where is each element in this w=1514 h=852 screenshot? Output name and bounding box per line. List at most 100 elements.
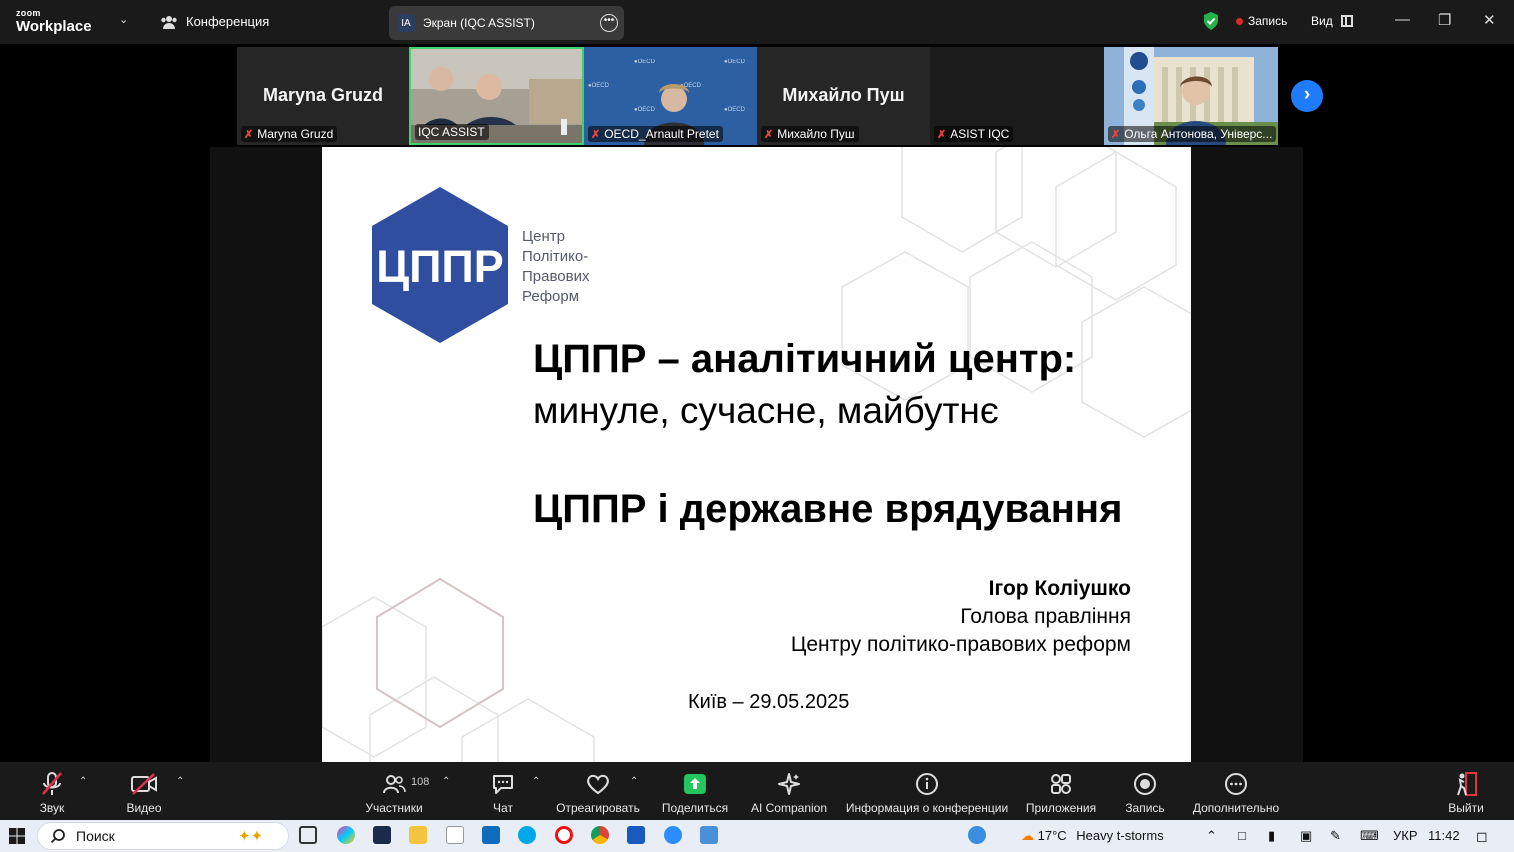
ai-companion-button[interactable]: AI Companion <box>748 770 830 815</box>
taskbar-search[interactable]: Поиск ✦✦ <box>37 822 289 850</box>
show-hidden-icons-chevron-icon[interactable]: ⌃ <box>1206 828 1217 844</box>
battery-icon[interactable]: ▮ <box>1268 828 1275 844</box>
skype-icon[interactable] <box>518 826 536 844</box>
participant-label: ✗ Maryna Gruzd <box>241 126 338 142</box>
more-button[interactable]: Дополнительно <box>1190 770 1282 815</box>
copilot-sparkle-icon: ✦✦ <box>238 828 264 845</box>
record-dot-icon <box>1236 17 1243 25</box>
meeting-menu[interactable]: Конференция <box>160 14 269 29</box>
video-label: Видео <box>126 801 162 815</box>
participant-name: IQC ASSIST <box>418 125 485 139</box>
microphone-muted-icon <box>42 772 62 795</box>
ai-companion-label: AI Companion <box>750 801 828 815</box>
mic-muted-icon: ✗ <box>1111 128 1121 141</box>
participant-tile[interactable]: ✗ ASIST IQC <box>930 47 1104 145</box>
record-button[interactable]: Запись <box>1122 770 1168 815</box>
react-chevron-icon[interactable]: ⌃ <box>630 776 638 787</box>
meeting-info-button[interactable]: Информация о конференции <box>843 770 1011 815</box>
audio-options-chevron-icon[interactable]: ⌃ <box>79 776 87 787</box>
participants-label: Участники <box>365 801 423 815</box>
logo-zoom-text: zoom <box>16 8 41 18</box>
organization-name: Центр Політико- Правових Реформ <box>522 227 589 307</box>
video-options-chevron-icon[interactable]: ⌃ <box>176 776 184 787</box>
input-language[interactable]: УКР <box>1393 828 1418 843</box>
place-and-date: Київ – 29.05.2025 <box>688 691 850 713</box>
word-icon[interactable] <box>627 826 645 844</box>
presentation-slide: ЦППР Центр Політико- Правових Реформ ЦПП… <box>322 147 1191 762</box>
info-icon <box>916 773 938 795</box>
participants-chevron-icon[interactable]: ⌃ <box>442 776 450 787</box>
ai-sparkle-icon <box>778 773 800 795</box>
weather-temperature: 17°C <box>1037 828 1067 843</box>
recording-indicator[interactable]: Запись <box>1236 14 1287 28</box>
meet-now-icon[interactable]: □ <box>1238 828 1246 843</box>
leave-door-icon <box>1457 772 1477 796</box>
next-page-arrow-icon[interactable]: › <box>1291 80 1323 112</box>
author-block: Ігор Коліушко Голова правління Центру по… <box>791 575 1131 659</box>
shield-icon[interactable] <box>1202 11 1220 31</box>
more-options-icon[interactable]: ••• <box>600 14 618 32</box>
view-label: Вид <box>1311 14 1333 28</box>
notifications-icon[interactable]: ◻ <box>1476 828 1488 845</box>
record-icon <box>1134 773 1156 795</box>
participant-tile[interactable]: Maryna Gruzd ✗ Maryna Gruzd <box>237 47 409 145</box>
chevron-down-icon[interactable]: ⌄ <box>119 13 128 26</box>
share-screen-button[interactable]: Поделиться <box>660 770 730 815</box>
windows-start-icon[interactable] <box>9 828 25 844</box>
leave-button[interactable]: Выйти <box>1444 770 1488 815</box>
react-button[interactable]: Отреагировать <box>556 770 640 815</box>
author-name: Ігор Коліушко <box>988 577 1131 600</box>
chat-chevron-icon[interactable]: ⌃ <box>532 776 540 787</box>
minimize-icon[interactable]: — <box>1395 11 1410 28</box>
view-menu[interactable]: Вид <box>1311 14 1353 28</box>
apps-label: Приложения <box>1025 801 1097 815</box>
copilot-app-icon[interactable] <box>337 826 355 844</box>
notepad-icon[interactable] <box>446 826 464 844</box>
camera-off-icon <box>131 773 157 795</box>
restore-icon[interactable]: ❐ <box>1438 11 1451 29</box>
screen-share-label: Экран (IQC ASSIST) <box>423 16 535 30</box>
keyboard-icon[interactable]: ⌨ <box>1360 828 1379 844</box>
participant-label: ✗ OECD_Arnault Pretet <box>588 126 723 142</box>
chrome-icon[interactable] <box>591 826 609 844</box>
video-button[interactable]: Видео <box>122 770 166 815</box>
file-explorer-icon[interactable] <box>409 826 427 844</box>
more-label: Дополнительно <box>1192 801 1280 815</box>
windows-taskbar: Поиск ✦✦ ☁ 17°C Heavy t-storms ⌃ □ ▮ ▣ ✎… <box>0 820 1514 852</box>
participant-tile-active-speaker[interactable]: IQC ASSIST <box>409 47 584 145</box>
participant-name: OECD_Arnault Pretet <box>604 127 719 141</box>
pen-icon[interactable]: ✎ <box>1330 828 1341 844</box>
zoom-app-icon[interactable] <box>664 826 682 844</box>
participant-tile[interactable]: Михайло Пуш ✗ Михайло Пуш <box>757 47 930 145</box>
mic-muted-icon: ✗ <box>764 128 774 141</box>
participant-tile[interactable]: ●OECD ●OECD ●OECD ●OECD ●OECD ●OECD ✗ OECD_A… <box>584 47 757 145</box>
help-icon[interactable] <box>968 826 986 844</box>
opera-icon[interactable] <box>555 826 573 844</box>
clock[interactable]: 11:42 <box>1428 828 1460 843</box>
svg-text:●OECD: ●OECD <box>588 83 610 89</box>
outlook-icon[interactable] <box>482 826 500 844</box>
network-icon[interactable]: ▣ <box>1300 828 1312 844</box>
screen-share-pill[interactable]: IA Экран (IQC ASSIST) ••• <box>389 6 624 40</box>
slide-title: ЦППР – аналітичний центр: <box>533 337 1077 381</box>
participant-name-large: Михайло Пуш <box>782 85 905 105</box>
storm-cloud-icon: ☁ <box>1021 828 1034 843</box>
org-name-line: Центр <box>522 228 565 245</box>
terminal-app-icon[interactable] <box>373 826 391 844</box>
participant-name: ASIST IQC <box>950 127 1010 141</box>
slide-title-continued: минуле, сучасне, майбутнє <box>533 390 999 431</box>
participant-label: ✗ Ольга Антонова, Універс... <box>1108 126 1277 142</box>
react-label: Отреагировать <box>556 801 640 815</box>
mic-muted-icon: ✗ <box>244 128 254 141</box>
audio-button[interactable]: Звук <box>30 770 74 815</box>
apps-button[interactable]: Приложения <box>1024 770 1098 815</box>
task-view-icon[interactable] <box>299 826 317 844</box>
photos-icon[interactable] <box>700 826 718 844</box>
weather-widget[interactable]: ☁ 17°C Heavy t-storms <box>1021 828 1164 844</box>
heart-icon <box>587 774 609 795</box>
chat-button[interactable]: Чат <box>482 770 524 815</box>
share-screen-icon <box>684 774 706 794</box>
logo-mark-text: ЦППР <box>376 241 504 292</box>
close-icon[interactable]: ✕ <box>1483 11 1496 29</box>
participant-tile[interactable]: ✗ Ольга Антонова, Універс... <box>1104 47 1278 145</box>
